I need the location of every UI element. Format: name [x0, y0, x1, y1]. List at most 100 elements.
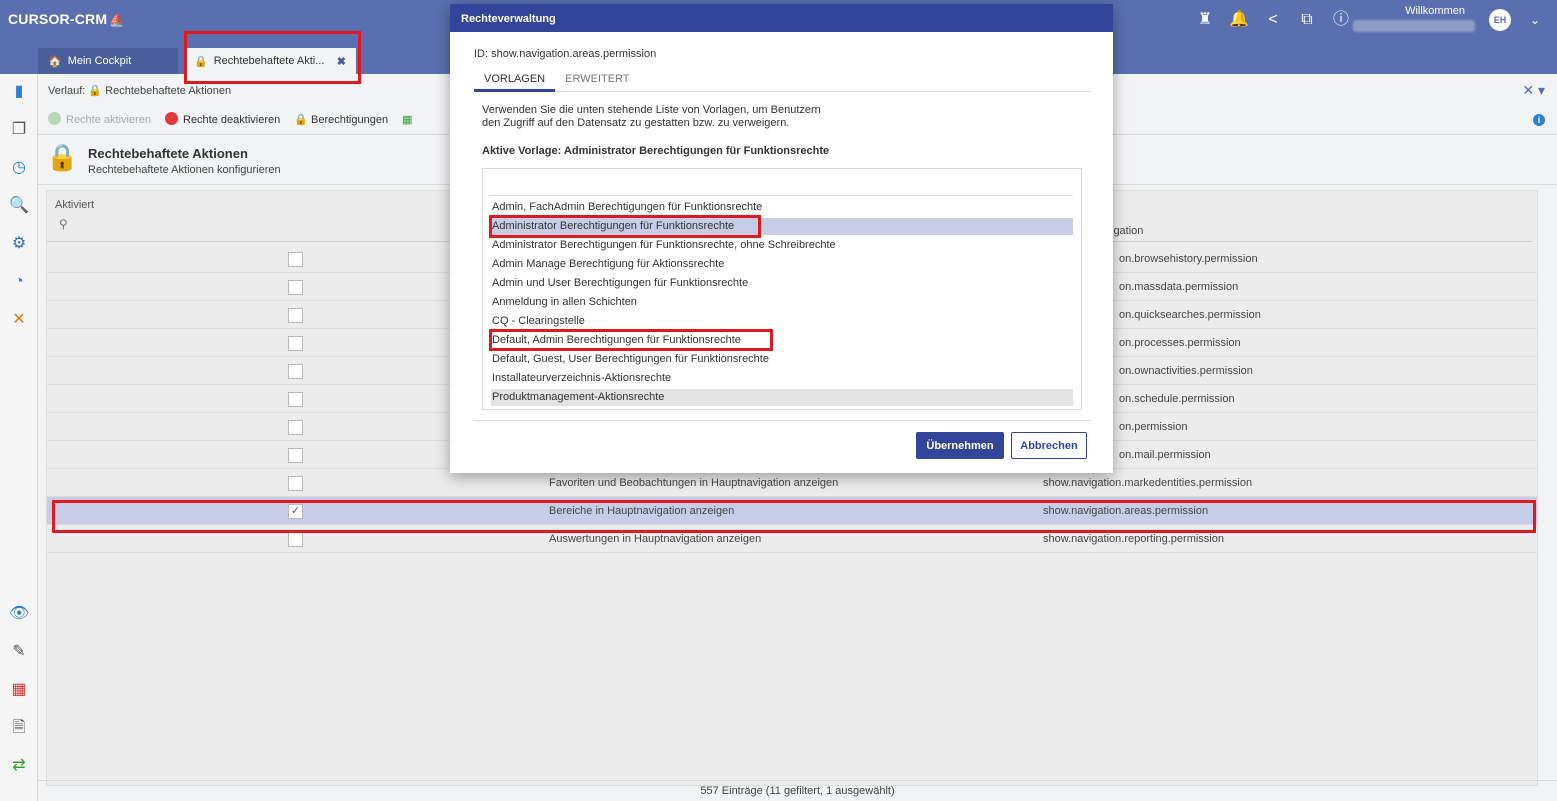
row-checkbox[interactable] [288, 532, 303, 547]
info-icon[interactable]: ⓘ [1331, 8, 1351, 32]
list-item[interactable]: Default, Guest, User Berechtigungen für … [491, 351, 1073, 368]
toolbar: Rechte aktivieren Rechte deaktivieren 🔒 … [48, 112, 412, 126]
permissions-button[interactable]: 🔒 Berechtigungen [294, 113, 388, 126]
bell-icon[interactable]: 🔔 [1229, 8, 1249, 32]
close-icon[interactable]: ✕ ▾ [1522, 82, 1545, 99]
list-item-hover[interactable]: Produktmanagement-Aktionsrechte [491, 389, 1073, 406]
app-logo[interactable]: CURSOR-CRM ⛵ [8, 11, 124, 27]
dialog-description-line: Verwenden Sie die unten stehende Liste v… [482, 104, 821, 116]
calendar-icon[interactable]: ▦ [9, 680, 29, 700]
row-navigation: show.navigation.areas.permission [1043, 505, 1209, 517]
tab-rechtebehaftete-aktionen[interactable]: 🔒 Rechtebehaftete Akti... ✖ [184, 48, 356, 74]
notepad-icon[interactable]: ✎ [9, 642, 29, 662]
list-item[interactable]: Administrator Berechtigungen für Funktio… [491, 237, 1073, 254]
rights-dialog: Rechteverwaltung ID: show.navigation.are… [450, 4, 1113, 473]
info-icon[interactable]: i [1533, 114, 1545, 126]
row-navigation: on.browsehistory.permission [1119, 253, 1258, 265]
lock-gear-icon: 🔒 [194, 55, 208, 68]
list-item[interactable]: Admin Manage Berechtigung für Aktionssre… [491, 256, 1073, 273]
tab-vorlagen[interactable]: VORLAGEN [474, 68, 556, 92]
dialog-description: Verwenden Sie die unten stehende Liste v… [482, 104, 1042, 130]
row-description: Auswertungen in Hauptnavigation anzeigen [549, 533, 762, 545]
row-navigation: on.quicksearches.permission [1119, 309, 1261, 321]
row-checkbox[interactable] [288, 308, 303, 323]
check-circle-icon [48, 112, 61, 125]
row-navigation: on.processes.permission [1119, 337, 1241, 349]
row-checkbox[interactable] [288, 476, 303, 491]
sync-icon[interactable]: ⇄ [9, 756, 29, 776]
search-icon[interactable]: ⚲ [59, 217, 68, 231]
dialog-id-text: ID: show.navigation.areas.permission [474, 48, 657, 60]
dialog-description-line: den Zugriff auf den Datensatz zu gestatt… [482, 117, 790, 129]
external-link-icon[interactable]: ⧉ [1297, 8, 1317, 32]
breadcrumb-prefix: Verlauf: [48, 85, 86, 97]
report-icon[interactable]: ◔ [9, 272, 29, 292]
row-checkbox[interactable] [288, 448, 303, 463]
windows-icon[interactable]: ❐ [9, 120, 29, 140]
lighthouse-icon[interactable]: ♜ [1195, 8, 1215, 32]
row-checkbox[interactable] [288, 280, 303, 295]
page-subtitle: Rechtebehaftete Aktionen konfigurieren [88, 164, 281, 176]
list-item[interactable]: Default, Admin Berechtigungen für Funkti… [491, 332, 1073, 349]
row-checkbox[interactable] [288, 252, 303, 267]
gear-icon[interactable]: ⚙ [9, 234, 29, 254]
user-name-redacted [1353, 20, 1475, 32]
column-header-aktiviert[interactable]: Aktiviert [55, 199, 94, 211]
row-checkbox[interactable] [288, 364, 303, 379]
row-checkbox[interactable] [288, 420, 303, 435]
list-item[interactable]: Admin, FachAdmin Berechtigungen für Funk… [491, 199, 1073, 216]
list-item[interactable]: Anmeldung in allen Schichten [491, 294, 1073, 311]
row-navigation: on.permission [1119, 421, 1188, 433]
row-description: Favoriten und Beobachtungen in Hauptnavi… [549, 477, 839, 489]
list-item[interactable]: Admin und User Berechtigungen für Funkti… [491, 275, 1073, 292]
watch-star-icon[interactable]: 👁 [9, 604, 29, 624]
search-list-icon[interactable]: 🔍 [9, 196, 29, 216]
permissions-label: Berechtigungen [311, 113, 389, 126]
table-settings-icon[interactable]: ▦ [402, 113, 412, 126]
activate-rights-label: Rechte aktivieren [66, 114, 151, 126]
app-brand: CURSOR-CRM [8, 11, 108, 27]
row-navigation: on.schedule.permission [1119, 393, 1235, 405]
list-item-selected[interactable]: Administrator Berechtigungen für Funktio… [491, 218, 1073, 235]
divider [491, 195, 1073, 196]
divider [474, 420, 1090, 421]
share-icon[interactable]: < [1263, 8, 1283, 32]
breadcrumb-link[interactable]: Rechtebehaftete Aktionen [105, 85, 231, 97]
document-gear-icon[interactable]: 🗎 [9, 718, 29, 738]
row-checkbox[interactable] [288, 392, 303, 407]
tools-icon[interactable]: ✕ [9, 310, 29, 330]
tab-mein-cockpit[interactable]: 🏠 Mein Cockpit [38, 48, 178, 74]
breadcrumb: Verlauf: 🔒 Rechtebehaftete Aktionen [48, 84, 231, 97]
list-item[interactable]: CQ - Clearingstelle [491, 313, 1073, 330]
history-icon[interactable]: ◷ [9, 158, 29, 178]
bookmark-icon[interactable]: ▮ [9, 82, 29, 102]
tab-close-icon[interactable]: ✖ [337, 55, 346, 68]
row-navigation: on.mail.permission [1119, 449, 1211, 461]
avatar[interactable]: EH [1489, 9, 1511, 31]
lock-gear-icon: 🔒 [46, 142, 79, 172]
left-sidebar: ▮ ❐ ◷ 🔍 ⚙ ◔ ✕ 👁 ✎ ▦ 🗎 ⇄ [0, 74, 38, 801]
deactivate-rights-button[interactable]: Rechte deaktivieren [165, 112, 280, 126]
table-row[interactable]: Favoriten und Beobachtungen in Hauptnavi… [47, 469, 1537, 497]
row-checkbox-checked[interactable]: ✓ [288, 504, 303, 519]
column-header-navigation[interactable]: igation [1111, 225, 1143, 237]
list-item[interactable]: Installateurverzeichnis-Aktionsrechte [491, 370, 1073, 387]
table-row-selected[interactable]: ✓ Bereiche in Hauptnavigation anzeigen sho… [47, 497, 1537, 525]
dialog-tabs: VORLAGEN ERWEITERT [474, 68, 1090, 92]
template-list: Admin, FachAdmin Berechtigungen für Funk… [482, 168, 1082, 410]
x-circle-icon [165, 112, 178, 125]
apply-button[interactable]: Übernehmen [916, 432, 1004, 459]
page-header: 🔒 Rechtebehaftete Aktionen Rechtebehafte… [46, 142, 281, 176]
row-navigation: show.navigation.markedentities.permissio… [1043, 477, 1253, 489]
table-row[interactable]: Auswertungen in Hauptnavigation anzeigen… [47, 525, 1537, 553]
deactivate-rights-label: Rechte deaktivieren [183, 114, 281, 126]
page-title: Rechtebehaftete Aktionen [88, 146, 248, 161]
lock-icon: 🔒 [294, 113, 308, 126]
chevron-down-icon[interactable]: ⌄ [1525, 8, 1545, 32]
activate-rights-button[interactable]: Rechte aktivieren [48, 112, 151, 126]
lock-gear-icon: 🔒 [88, 85, 103, 97]
tab-erweitert[interactable]: ERWEITERT [555, 68, 639, 92]
row-checkbox[interactable] [288, 336, 303, 351]
cancel-button[interactable]: Abbrechen [1011, 432, 1087, 459]
row-navigation: show.navigation.reporting.permission [1043, 533, 1224, 545]
